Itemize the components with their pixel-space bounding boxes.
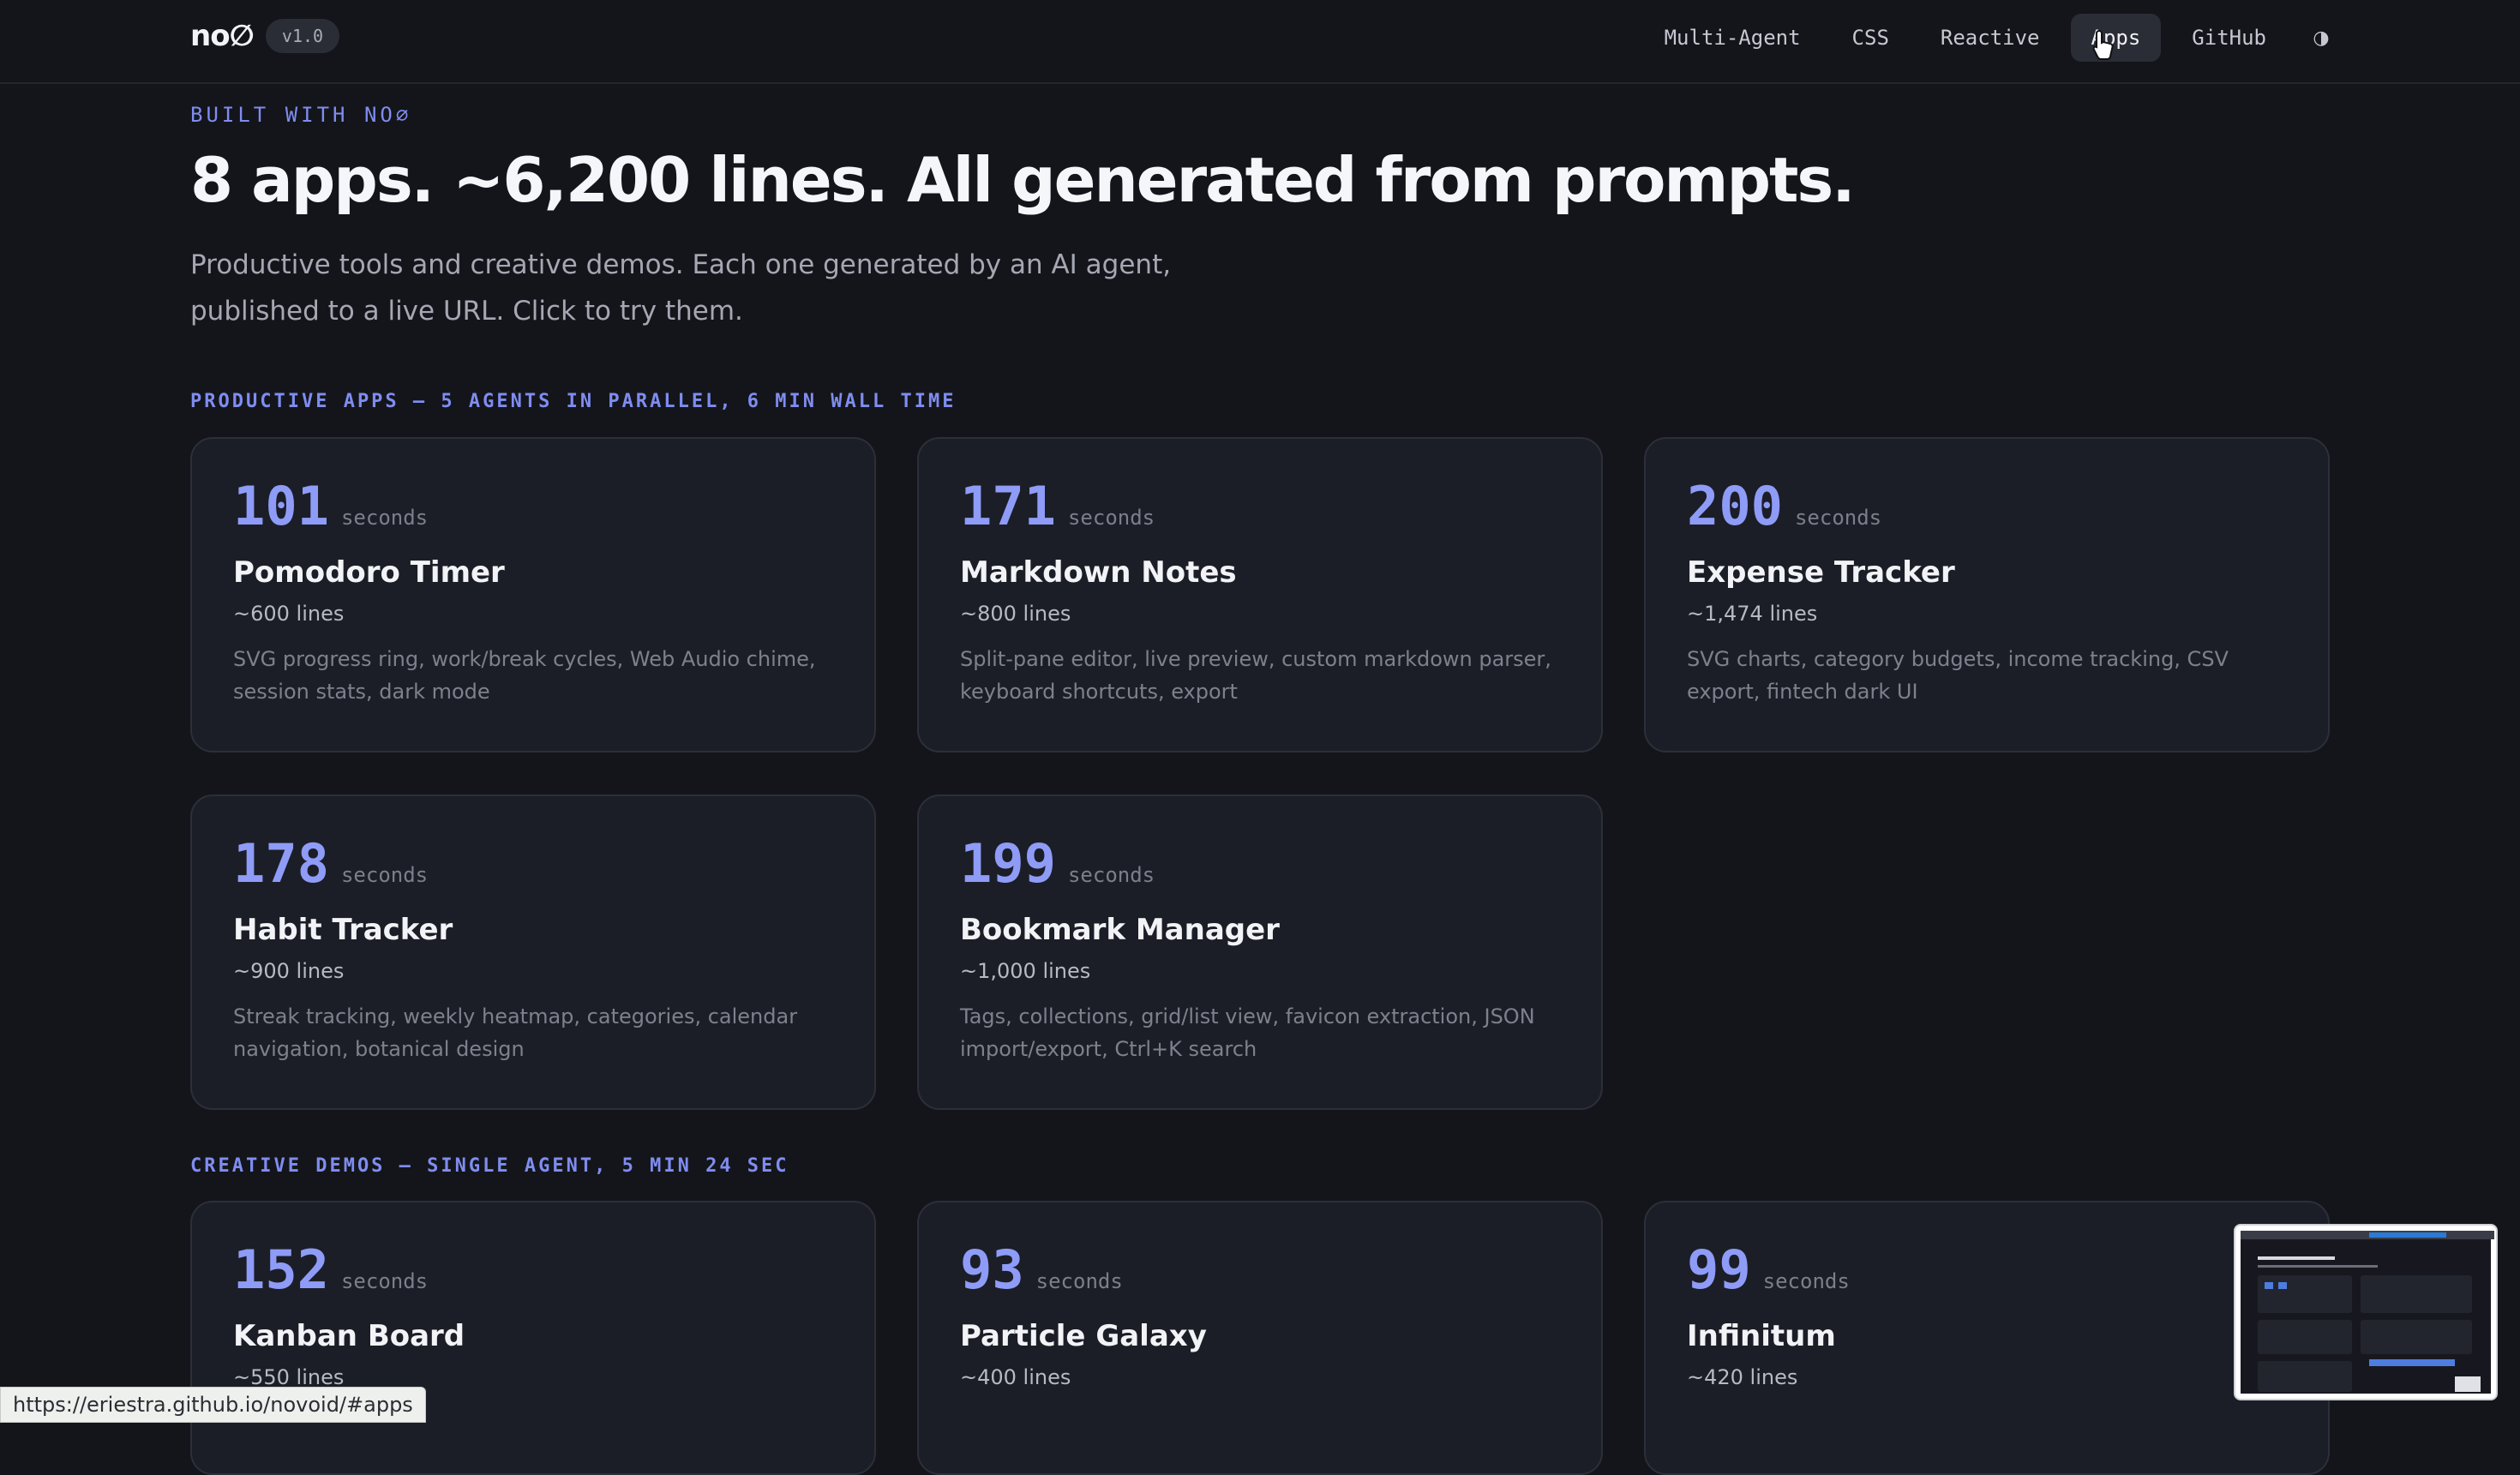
card-unit: seconds bbox=[1067, 863, 1155, 887]
card-seconds: 101 bbox=[233, 475, 329, 537]
app-card-kanban-board[interactable]: 152 seconds Kanban Board ~550 lines bbox=[190, 1201, 876, 1475]
card-unit: seconds bbox=[1762, 1269, 1850, 1293]
nav-link-reactive[interactable]: Reactive bbox=[1920, 14, 2061, 62]
page-title: 8 apps. ~6,200 lines. All generated from… bbox=[190, 144, 1856, 216]
card-title: Markdown Notes bbox=[960, 555, 1237, 590]
hero-lead: Productive tools and creative demos. Eac… bbox=[190, 249, 1172, 327]
card-unit: seconds bbox=[1794, 506, 1882, 530]
card-seconds: 152 bbox=[233, 1238, 329, 1301]
card-title: Particle Galaxy bbox=[960, 1319, 1207, 1353]
card-lines: ~400 lines bbox=[960, 1365, 1071, 1389]
card-description: Split-pane editor, live preview, custom … bbox=[960, 647, 1551, 704]
app-card-pomodoro-timer[interactable]: 101 seconds Pomodoro Timer ~600 lines SV… bbox=[190, 437, 876, 752]
app-card-expense-tracker[interactable]: 200 seconds Expense Tracker ~1,474 lines… bbox=[1644, 437, 2330, 752]
app-card-bookmark-manager[interactable]: 199 seconds Bookmark Manager ~1,000 line… bbox=[917, 794, 1603, 1110]
card-description: SVG charts, category budgets, income tra… bbox=[1687, 647, 2229, 704]
card-stat: 99 seconds bbox=[1687, 1238, 1850, 1301]
card-unit: seconds bbox=[1035, 1269, 1123, 1293]
card-stat: 101 seconds bbox=[233, 475, 428, 537]
thumbnail-preview-graphic bbox=[2241, 1231, 2494, 1392]
theme-toggle-icon[interactable]: ◑ bbox=[2297, 14, 2345, 62]
section-label-creative: CREATIVE DEMOS — SINGLE AGENT, 5 MIN 24 … bbox=[190, 1155, 789, 1177]
app-card-markdown-notes[interactable]: 171 seconds Markdown Notes ~800 lines Sp… bbox=[917, 437, 1603, 752]
card-seconds: 200 bbox=[1687, 475, 1783, 537]
card-lines: ~1,000 lines bbox=[960, 959, 1091, 983]
version-badge: v1.0 bbox=[266, 19, 339, 53]
card-lines: ~420 lines bbox=[1687, 1365, 1798, 1389]
card-title: Pomodoro Timer bbox=[233, 555, 505, 590]
card-title: Bookmark Manager bbox=[960, 913, 1280, 947]
card-stat: 199 seconds bbox=[960, 832, 1155, 895]
top-nav: no∅ v1.0 Multi-Agent CSS Reactive Apps G… bbox=[0, 0, 2520, 84]
app-card-infinitum[interactable]: 99 seconds Infinitum ~420 lines bbox=[1644, 1201, 2330, 1475]
nav-link-multi-agent[interactable]: Multi-Agent bbox=[1644, 14, 1821, 62]
card-title: Kanban Board bbox=[233, 1319, 465, 1353]
card-unit: seconds bbox=[1067, 506, 1155, 530]
card-stat: 152 seconds bbox=[233, 1238, 428, 1301]
mouse-pointer-icon bbox=[2092, 29, 2114, 60]
card-lines: ~1,474 lines bbox=[1687, 602, 1818, 626]
app-card-particle-galaxy[interactable]: 93 seconds Particle Galaxy ~400 lines bbox=[917, 1201, 1603, 1475]
card-description: SVG progress ring, work/break cycles, We… bbox=[233, 647, 816, 704]
hero-eyebrow: BUILT WITH NO∅ bbox=[190, 103, 412, 127]
card-lines: ~800 lines bbox=[960, 602, 1071, 626]
card-lines: ~550 lines bbox=[233, 1365, 345, 1389]
card-seconds: 178 bbox=[233, 832, 329, 895]
card-title: Infinitum bbox=[1687, 1319, 1836, 1353]
card-unit: seconds bbox=[340, 506, 429, 530]
card-stat: 171 seconds bbox=[960, 475, 1155, 537]
card-description: Tags, collections, grid/list view, favic… bbox=[960, 1004, 1535, 1061]
card-seconds: 99 bbox=[1687, 1238, 1751, 1301]
card-lines: ~600 lines bbox=[233, 602, 345, 626]
app-card-habit-tracker[interactable]: 178 seconds Habit Tracker ~900 lines Str… bbox=[190, 794, 876, 1110]
nav-link-css[interactable]: CSS bbox=[1832, 14, 1910, 62]
card-description: Streak tracking, weekly heatmap, categor… bbox=[233, 1004, 798, 1061]
card-seconds: 93 bbox=[960, 1238, 1024, 1301]
card-title: Habit Tracker bbox=[233, 913, 453, 947]
card-title: Expense Tracker bbox=[1687, 555, 1955, 590]
section-label-productive: PRODUCTIVE APPS — 5 AGENTS IN PARALLEL, … bbox=[190, 391, 957, 412]
card-stat: 200 seconds bbox=[1687, 475, 1881, 537]
card-unit: seconds bbox=[340, 1269, 429, 1293]
site-logo[interactable]: no∅ bbox=[190, 19, 255, 53]
card-unit: seconds bbox=[340, 863, 429, 887]
card-seconds: 199 bbox=[960, 832, 1056, 895]
screenshot-thumbnail[interactable] bbox=[2234, 1224, 2498, 1400]
status-bar-url: https://eriestra.github.io/novoid/#apps bbox=[0, 1387, 426, 1423]
card-seconds: 171 bbox=[960, 475, 1056, 537]
card-lines: ~900 lines bbox=[233, 959, 345, 983]
card-stat: 93 seconds bbox=[960, 1238, 1123, 1301]
nav-links: Multi-Agent CSS Reactive Apps GitHub ◑ bbox=[1644, 14, 2345, 62]
nav-link-apps[interactable]: Apps bbox=[2070, 14, 2162, 62]
card-stat: 178 seconds bbox=[233, 832, 428, 895]
nav-link-github[interactable]: GitHub bbox=[2171, 14, 2287, 62]
thumbnail-preview bbox=[2241, 1231, 2494, 1394]
